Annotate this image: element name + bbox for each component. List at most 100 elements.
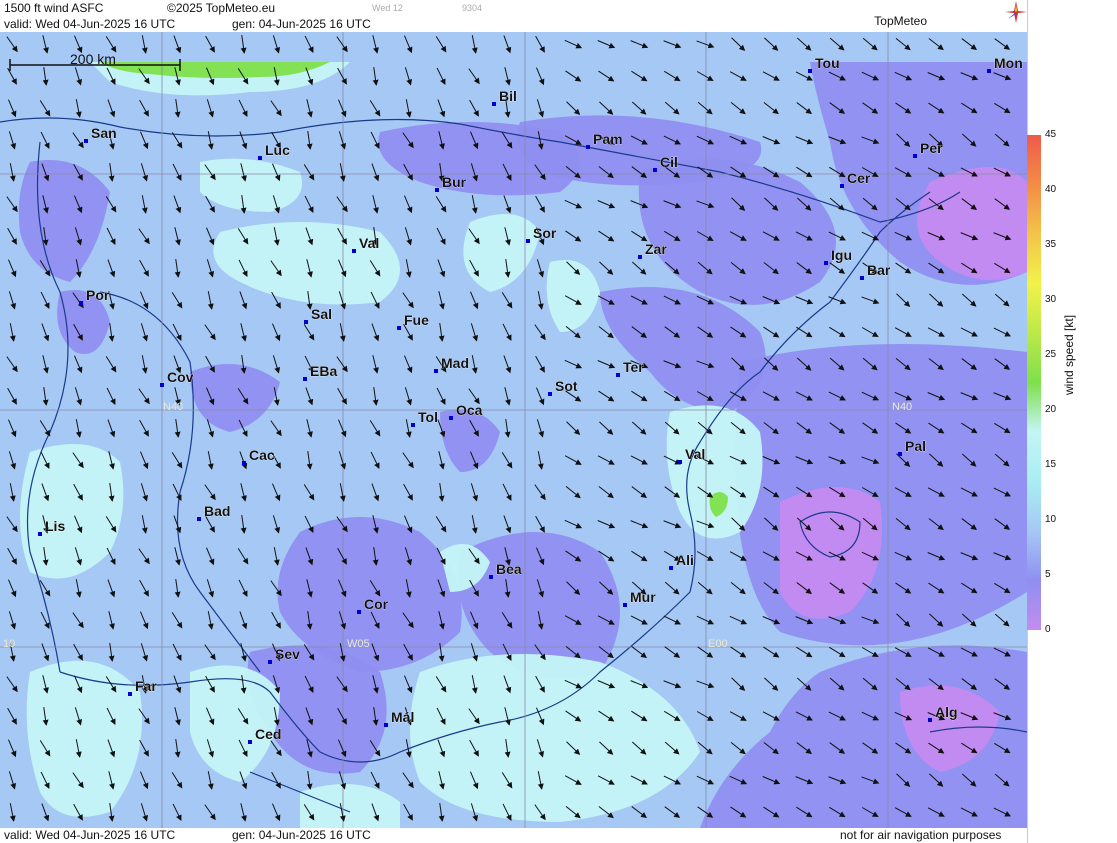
city-label: Zar <box>645 241 667 257</box>
copyright-text: ©2025 TopMeteo.eu <box>167 1 276 15</box>
colorbar-tick-15: 15 <box>1045 459 1057 470</box>
city-label: Mad <box>441 355 469 371</box>
topmeteo-logo-icon <box>1005 1 1027 23</box>
colorbar-tick-45: 45 <box>1045 129 1057 140</box>
city-marker-icon <box>449 416 453 420</box>
city-marker-icon <box>435 188 439 192</box>
city-label: Cov <box>167 369 194 385</box>
city-label: EBa <box>310 363 337 379</box>
generated-time-text: gen: 04-Jun-2025 16 UTC <box>232 17 371 31</box>
city-marker-icon <box>653 168 657 172</box>
city-marker-icon <box>824 261 828 265</box>
city-marker-icon <box>840 184 844 188</box>
city-label: San <box>91 125 117 141</box>
city-label: Bar <box>867 262 891 278</box>
city-marker-icon <box>128 692 132 696</box>
wind-map[interactable]: Bil Tou Mon San Luc Pam Cil Per Bur Cer Sor Zar Val I… <box>0 32 1027 828</box>
city-marker-icon <box>548 392 552 396</box>
city-marker-icon <box>489 575 493 579</box>
city-marker-icon <box>669 566 673 570</box>
footer-valid-text: valid: Wed 04-Jun-2025 16 UTC <box>4 828 176 842</box>
city-label: Mál <box>391 709 414 725</box>
city-label: Cil <box>660 154 678 170</box>
product-title: 1500 ft wind ASFC <box>4 1 104 15</box>
city-label: Per <box>920 140 943 156</box>
colorbar-title: wind speed [kt] <box>1062 314 1076 395</box>
city-label: Bea <box>496 561 522 577</box>
colorbar-tick-25: 25 <box>1045 349 1057 360</box>
city-label: Igu <box>831 247 852 263</box>
disclaimer-text: not for air navigation purposes <box>840 828 1002 842</box>
city-label: Luc <box>265 142 290 158</box>
city-marker-icon <box>397 326 401 330</box>
grid-label-n40-east: N40 <box>892 401 912 413</box>
city-label: Ced <box>255 726 281 742</box>
city-label: Cer <box>847 170 871 186</box>
city-label: Oca <box>456 402 483 418</box>
code-small-text: 9304 <box>462 3 483 13</box>
city-marker-icon <box>411 423 415 427</box>
city-label: Mur <box>630 589 656 605</box>
colorbar-tick-20: 20 <box>1045 404 1057 415</box>
scale-bar-label: 200 km <box>70 51 116 67</box>
wind-map-canvas: Bil Tou Mon San Luc Pam Cil Per Bur Cer Sor Zar Val I… <box>0 32 1027 828</box>
city-label: Cor <box>364 596 389 612</box>
city-label: Bad <box>204 503 230 519</box>
city-marker-icon <box>384 723 388 727</box>
grid-label-n40-west: N40 <box>163 401 183 413</box>
header-bar: 1500 ft wind ASFC ©2025 TopMeteo.eu Wed … <box>0 0 1027 32</box>
city-label: Val <box>359 235 379 251</box>
wind-speed-colorbar <box>1027 135 1041 630</box>
colorbar-tick-5: 5 <box>1045 569 1051 580</box>
grid-label-w10: 10 <box>3 638 15 650</box>
city-marker-icon <box>268 660 272 664</box>
city-label: Val <box>685 446 705 462</box>
city-marker-icon <box>357 610 361 614</box>
city-label: Por <box>86 287 110 303</box>
city-marker-icon <box>303 377 307 381</box>
city-marker-icon <box>492 102 496 106</box>
city-marker-icon <box>248 740 252 744</box>
city-marker-icon <box>79 301 83 305</box>
city-marker-icon <box>160 383 164 387</box>
brand-name: TopMeteo <box>874 14 927 28</box>
city-marker-icon <box>987 69 991 73</box>
city-marker-icon <box>304 320 308 324</box>
colorbar-tick-40: 40 <box>1045 184 1057 195</box>
city-label: Tol <box>418 409 438 425</box>
grid-label-w05: W05 <box>347 638 370 650</box>
city-label: Sor <box>533 225 557 241</box>
city-marker-icon <box>258 156 262 160</box>
city-marker-icon <box>616 373 620 377</box>
city-label: Tou <box>815 55 840 71</box>
city-marker-icon <box>434 369 438 373</box>
city-label: Ali <box>676 552 694 568</box>
city-label: Fue <box>404 312 429 328</box>
city-label: Sev <box>275 646 300 662</box>
city-marker-icon <box>913 154 917 158</box>
city-label: Mon <box>994 55 1023 71</box>
city-marker-icon <box>586 145 590 149</box>
footer-generated-text: gen: 04-Jun-2025 16 UTC <box>232 828 371 842</box>
footer-bar: valid: Wed 04-Jun-2025 16 UTC gen: 04-Ju… <box>0 828 1027 843</box>
colorbar-tick-35: 35 <box>1045 239 1057 250</box>
city-label: Ter <box>623 359 644 375</box>
city-label: Lis <box>45 518 65 534</box>
city-label: Cac <box>249 447 275 463</box>
city-marker-icon <box>197 517 201 521</box>
colorbar-tick-10: 10 <box>1045 514 1057 525</box>
city-marker-icon <box>678 460 682 464</box>
city-marker-icon <box>623 603 627 607</box>
colorbar-tick-30: 30 <box>1045 294 1057 305</box>
valid-time-text: valid: Wed 04-Jun-2025 16 UTC <box>4 17 176 31</box>
city-marker-icon <box>84 139 88 143</box>
city-marker-icon <box>352 249 356 253</box>
grid-label-e00: E00 <box>708 638 728 650</box>
city-marker-icon <box>808 69 812 73</box>
city-marker-icon <box>638 255 642 259</box>
city-label: Sot <box>555 378 578 394</box>
colorbar-tick-0: 0 <box>1045 624 1051 635</box>
city-label: Pam <box>593 131 623 147</box>
city-marker-icon <box>242 461 246 465</box>
city-marker-icon <box>898 452 902 456</box>
